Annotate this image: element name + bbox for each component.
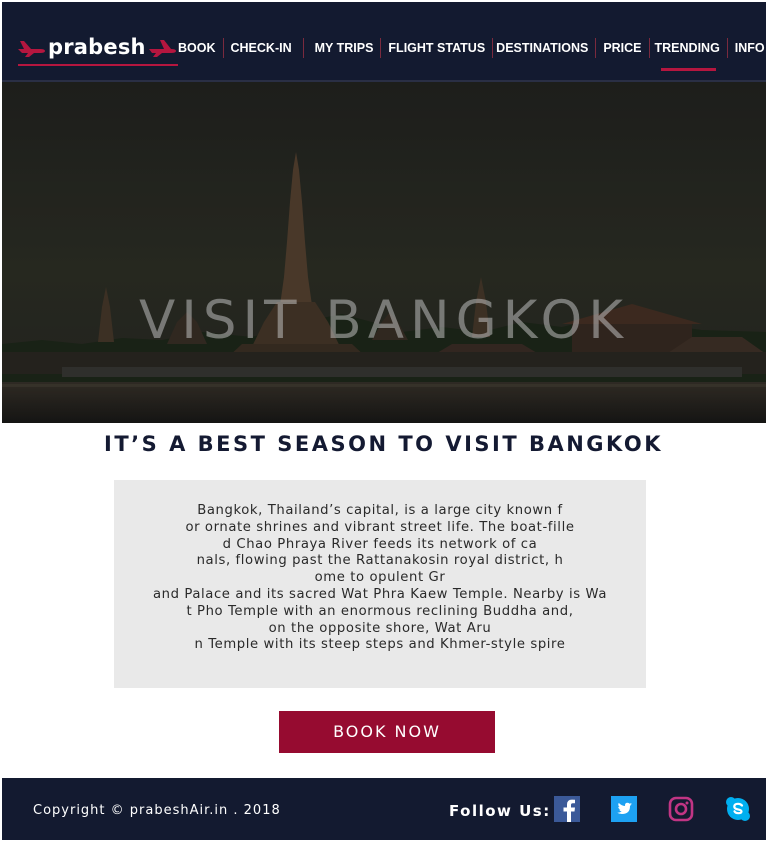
description-line: and Palace and its sacred Wat Phra Kaew … — [152, 586, 608, 602]
footer-bar: Copyright © prabeshAir.in . 2018 Follow … — [2, 778, 766, 840]
nav-check-in[interactable]: CHECK-IN — [224, 38, 299, 58]
nav-trending[interactable]: TRENDING — [650, 38, 727, 71]
instagram-icon[interactable] — [668, 796, 694, 822]
description-line: or ornate shrines and vibrant street lif… — [185, 519, 575, 535]
hero-title: VISIT BANGKOK — [138, 290, 630, 351]
nav-label: MY TRIPS — [314, 41, 374, 55]
nav-my-trips[interactable]: MY TRIPS — [308, 38, 381, 58]
description-line: n Temple with its steep steps and Khmer-… — [194, 637, 566, 653]
twitter-icon[interactable] — [611, 796, 637, 822]
active-indicator — [660, 68, 716, 71]
bangkok-skyline-image — [2, 82, 766, 423]
book-now-button[interactable]: BOOK NOW — [279, 711, 495, 753]
plane-left-icon — [18, 41, 45, 57]
nav-label: CHECK-IN — [230, 41, 292, 55]
description-line: Bangkok, Thailand’s capital, is a large … — [197, 503, 563, 518]
header-bar: prabesh BOOK CHECK-IN MY TRIPS FLIGHT ST… — [2, 2, 766, 82]
nav-info[interactable]: INFO — [728, 38, 767, 58]
description-line: t Pho Temple with an enormous reclining … — [186, 603, 574, 619]
main-nav: BOOK CHECK-IN MY TRIPS FLIGHT STATUS DES… — [171, 36, 767, 71]
copyright-text: Copyright © prabeshAir.in . 2018 — [33, 803, 281, 818]
nav-label: BOOK — [178, 41, 216, 55]
description-panel: Bangkok, Thailand’s capital, is a large … — [114, 480, 646, 688]
description-text: Bangkok, Thailand’s capital, is a large … — [114, 503, 646, 654]
nav-destinations[interactable]: DESTINATIONS — [493, 38, 595, 58]
nav-book[interactable]: BOOK — [171, 38, 223, 58]
description-line: nals, flowing past the Rattanakosin roya… — [196, 553, 564, 569]
description-line: ome to opulent Gr — [314, 570, 446, 586]
brand-name: prabesh — [48, 35, 146, 59]
logo-underline — [18, 64, 178, 66]
nav-label: INFO — [734, 41, 765, 55]
hero-banner: VISIT BANGKOK — [2, 82, 766, 423]
brand-logo[interactable]: prabesh — [16, 32, 178, 66]
description-line: d Chao Phraya River feeds its network of… — [222, 536, 538, 552]
follow-us-label: Follow Us: — [449, 802, 551, 820]
nav-label: FLIGHT STATUS — [388, 41, 486, 55]
description-line: on the opposite shore, Wat Aru — [268, 620, 492, 636]
nav-label: PRICE — [603, 41, 642, 55]
facebook-icon[interactable] — [554, 796, 580, 822]
nav-price[interactable]: PRICE — [596, 38, 648, 58]
nav-flight-status[interactable]: FLIGHT STATUS — [381, 38, 492, 58]
nav-label: DESTINATIONS — [496, 41, 589, 55]
section-heading: IT’S A BEST SEASON TO VISIT BANGKOK — [104, 432, 663, 456]
nav-separator — [302, 38, 304, 58]
nav-label: TRENDING — [654, 41, 720, 55]
skype-icon[interactable] — [725, 796, 751, 822]
